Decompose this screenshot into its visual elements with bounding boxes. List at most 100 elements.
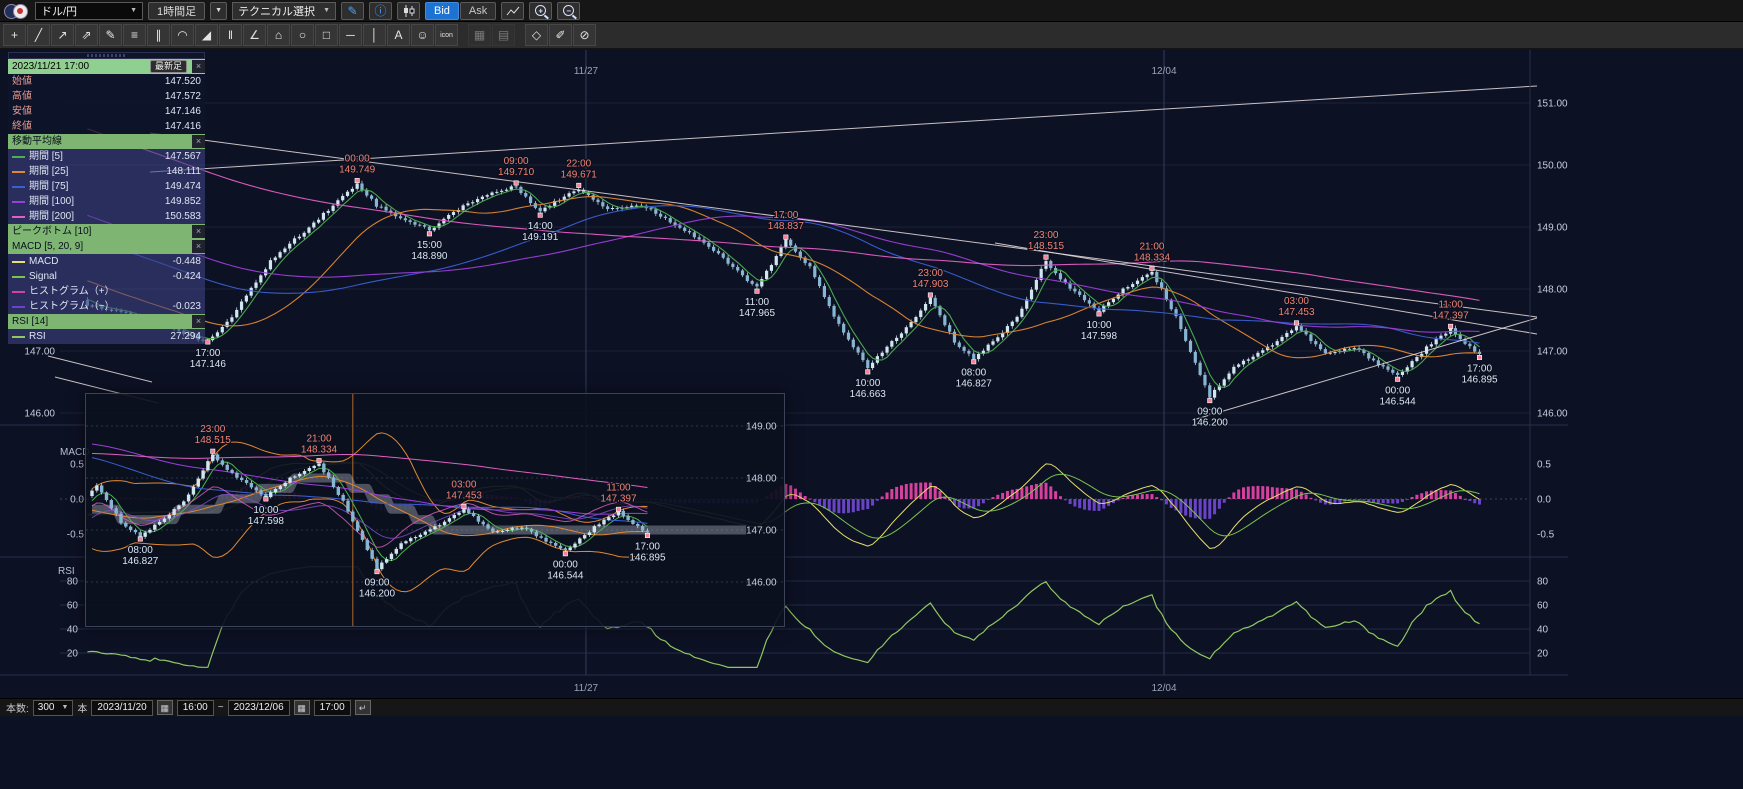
line-swatch [12, 306, 25, 308]
angle-line-tool[interactable]: ∠ [243, 24, 266, 46]
horizontal-lines-tool-icon: ≡ [131, 28, 138, 42]
to-date-calendar-button[interactable]: ▦ [294, 700, 310, 715]
svg-text:03:00: 03:00 [451, 479, 476, 490]
price-pane [48, 86, 1537, 420]
svg-text:148.515: 148.515 [195, 435, 232, 446]
svg-text:08:00: 08:00 [128, 545, 153, 556]
technical-select[interactable]: テクニカル選択 ▼ [232, 2, 336, 20]
svg-text:10:00: 10:00 [1086, 320, 1111, 331]
svg-text:21:00: 21:00 [1139, 241, 1164, 252]
from-time-input[interactable]: 16:00 [177, 700, 214, 716]
svg-text:146.827: 146.827 [956, 379, 993, 390]
horizontal-lines-tool[interactable]: ≡ [123, 24, 146, 46]
eraser-tool[interactable]: ◇ [525, 24, 548, 46]
timeframe-dropdown-button[interactable]: ▼ [210, 2, 227, 20]
svg-text:00:00: 00:00 [345, 154, 370, 165]
text-tool[interactable]: A [387, 24, 410, 46]
from-date-input[interactable]: 2023/11/20 [91, 700, 152, 716]
gann-fan-tool[interactable]: ◢ [195, 24, 218, 46]
fx-chart-app: 11/2711/2712/0412/04151.00150.00149.0014… [0, 0, 1743, 789]
close-icon[interactable]: × [192, 240, 205, 253]
zoom-in-button[interactable]: + [529, 2, 552, 20]
svg-text:11:00: 11:00 [606, 482, 631, 493]
to-date-input[interactable]: 2023/12/06 [228, 700, 290, 716]
draw-edit-button[interactable]: ✎ [341, 2, 364, 20]
to-time-input[interactable]: 17:00 [314, 700, 351, 716]
svg-text:149.749: 149.749 [339, 165, 376, 176]
line-swatch [12, 276, 25, 278]
section-title: MACD [5, 20, 9] [12, 242, 190, 252]
pentagon-tool[interactable]: ⌂ [267, 24, 290, 46]
indicator-value: 147.567 [165, 152, 201, 162]
timeframe-button[interactable]: 1時間足 [148, 2, 205, 20]
from-date-calendar-button[interactable]: ▦ [157, 700, 173, 715]
crosshair-tool[interactable]: + [3, 24, 26, 46]
svg-text:17:00: 17:00 [1467, 364, 1492, 375]
trendline-tool[interactable]: ╱ [27, 24, 50, 46]
indicator-row: Signal-0.424 [8, 269, 205, 284]
ohlc-low-row: 安値147.146 [8, 104, 205, 119]
svg-text:00:00: 00:00 [1385, 385, 1410, 396]
rectangle-tool[interactable]: □ [315, 24, 338, 46]
ray-line-tool[interactable]: ↗ [51, 24, 74, 46]
text-tool-icon: A [394, 28, 402, 42]
currency-pair-flags-icon [4, 3, 30, 19]
line-swatch [12, 201, 25, 203]
parallel-lines-tool[interactable]: ∥ [147, 24, 170, 46]
eraser-tool-icon: ◇ [532, 28, 541, 42]
svg-text:147.453: 147.453 [446, 490, 483, 501]
close-icon[interactable]: × [192, 225, 205, 238]
svg-text:RSI: RSI [58, 566, 75, 577]
return-arrow-icon: ↵ [359, 703, 367, 713]
pair-select[interactable]: ドル/円 ▼ [35, 2, 143, 20]
ohlc-value: 147.572 [165, 92, 201, 102]
stamp-tool[interactable]: ☺ [411, 24, 434, 46]
info-button[interactable]: ⓘ [369, 2, 392, 20]
indicator-value: 149.852 [165, 197, 201, 207]
ohlc-open-row: 始値147.520 [8, 74, 205, 89]
clear-all-tool[interactable]: ⊘ [573, 24, 596, 46]
bars-count-label: 本数: [6, 700, 29, 715]
close-icon[interactable]: × [192, 60, 205, 73]
bars-count-select[interactable]: 300 ▼ [33, 700, 74, 716]
ellipse-tool[interactable]: ○ [291, 24, 314, 46]
chart-settings-button[interactable] [501, 2, 524, 20]
icon-stamp-tool[interactable]: icon [435, 24, 458, 46]
svg-text:147.00: 147.00 [24, 347, 55, 358]
brush-tool[interactable]: ✐ [549, 24, 572, 46]
close-icon[interactable]: × [192, 315, 205, 328]
vertical-bar-tool[interactable]: │ [363, 24, 386, 46]
svg-text:20: 20 [1537, 649, 1549, 660]
pattern-tool-1: ▦ [468, 24, 491, 46]
ray-line-tool-icon: ↗ [57, 28, 67, 42]
close-icon[interactable]: × [192, 135, 205, 148]
chart-type-button[interactable] [397, 2, 420, 20]
pattern-tool-2-icon: ▤ [498, 28, 509, 42]
extended-line-tool[interactable]: ⇗ [75, 24, 98, 46]
indicator-value: -0.448 [173, 257, 201, 267]
vertical-lines-tool[interactable]: ‖ [219, 24, 242, 46]
zoom-chart-window[interactable]: 149.00148.00147.00146.0008:00146.82723:0… [85, 393, 785, 627]
pencil-tool[interactable]: ✎ [99, 24, 122, 46]
svg-text:148.890: 148.890 [411, 251, 448, 262]
indicator-section-header: MACD [5, 20, 9]× [8, 239, 205, 254]
svg-text:23:00: 23:00 [1033, 230, 1058, 241]
fibonacci-arc-tool[interactable]: ◠ [171, 24, 194, 46]
svg-text:147.397: 147.397 [1433, 310, 1470, 321]
indicator-row: 期間 [25]148.111 [8, 164, 205, 179]
line-swatch [12, 171, 25, 173]
jump-latest-button[interactable]: ↵ [355, 700, 371, 715]
indicator-label: RSI [29, 332, 46, 342]
svg-text:11:00: 11:00 [1438, 299, 1463, 310]
svg-text:17:00: 17:00 [773, 210, 798, 221]
data-window-panel[interactable]: 2023/11/21 17:00最新足×始値147.520高値147.572安値… [8, 52, 205, 344]
panel-drag-handle[interactable] [8, 52, 205, 59]
ask-button[interactable]: Ask [460, 2, 496, 20]
bid-button[interactable]: Bid [425, 2, 459, 20]
latest-candle-button[interactable]: 最新足 [150, 60, 187, 73]
svg-text:09:00: 09:00 [364, 578, 389, 589]
svg-text:40: 40 [67, 625, 79, 636]
zoom-out-button[interactable]: − [557, 2, 580, 20]
horizontal-bar-tool[interactable]: ─ [339, 24, 362, 46]
svg-text:09:00: 09:00 [504, 156, 529, 167]
